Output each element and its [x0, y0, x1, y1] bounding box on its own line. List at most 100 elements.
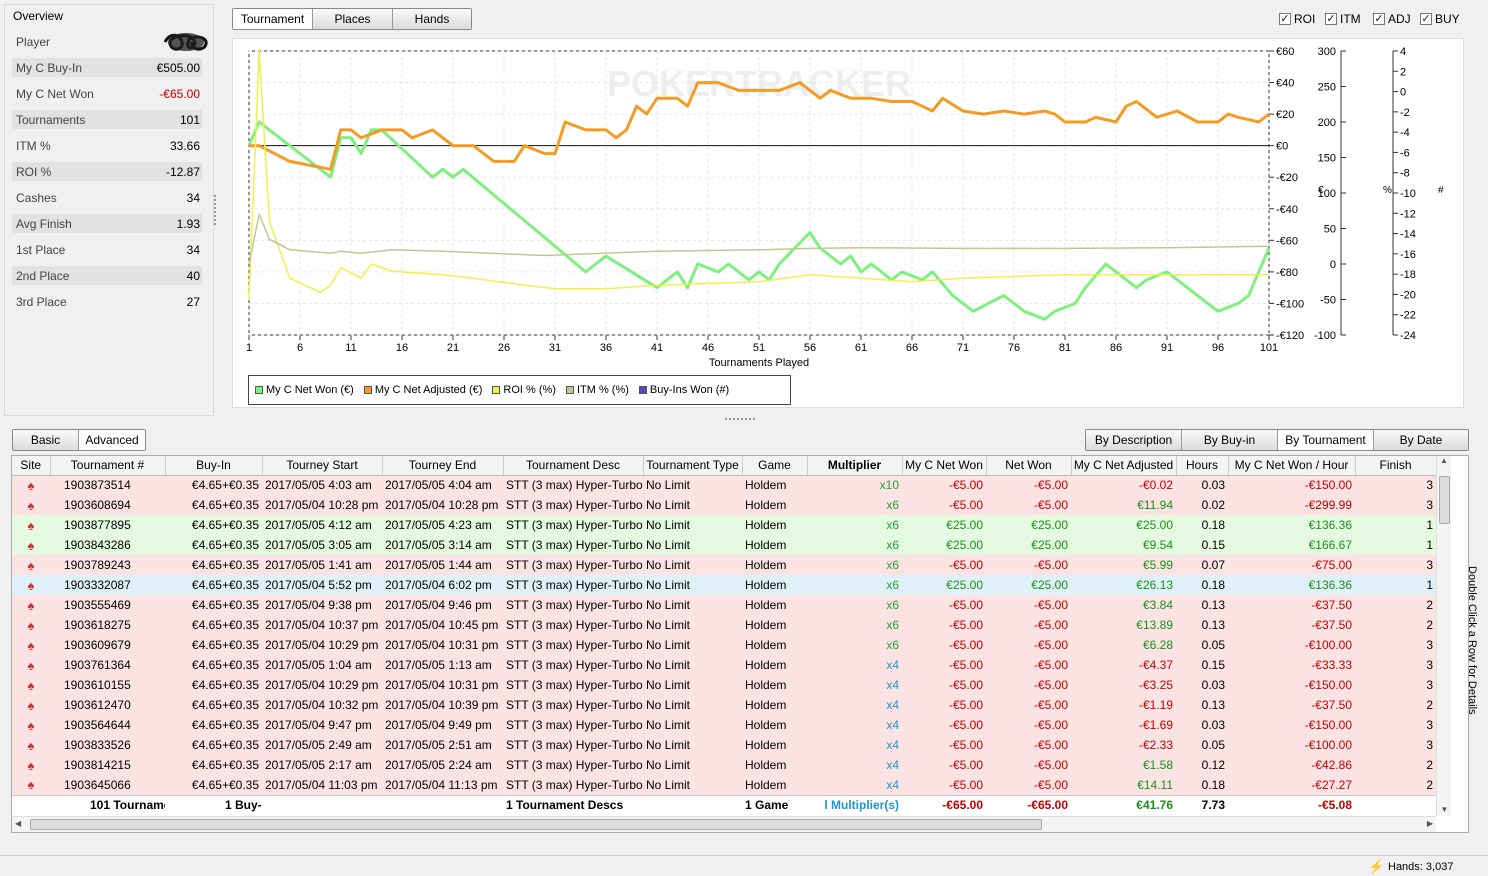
overview-row-my-c-buy-in: My C Buy-In €505.00: [12, 58, 202, 77]
table-row[interactable]: ♠ 1903843286 €4.65+€0.35 2017/05/05 3:05 am…: [12, 535, 1436, 555]
column-header[interactable]: My C Net Adjusted: [1071, 456, 1177, 476]
table-row[interactable]: ♠ 1903873514 €4.65+€0.35 2017/05/05 4:03 am…: [12, 475, 1436, 495]
column-header[interactable]: Finish: [1355, 456, 1437, 476]
table-row[interactable]: ♠ 1903564644 €4.65+€0.35 2017/05/04 9:47 pm…: [12, 715, 1436, 735]
x-tick-label: 51: [753, 342, 765, 354]
column-header[interactable]: Hours: [1176, 456, 1229, 476]
table-row[interactable]: ♠ 1903609679 €4.65+€0.35 2017/05/04 10:29 p…: [12, 635, 1436, 655]
horizontal-scrollbar[interactable]: ◀ ▶: [12, 816, 1436, 832]
column-header[interactable]: Tournament Desc: [503, 456, 644, 476]
checkbox-icon[interactable]: ✓: [1279, 13, 1291, 25]
table-row[interactable]: ♠ 1903610155 €4.65+€0.35 2017/05/04 10:29 p…: [12, 675, 1436, 695]
cell-desc: STT (3 max) Hyper-Turbo: [503, 715, 643, 735]
legend-item[interactable]: My C Net Adjusted (€): [363, 384, 482, 396]
table-row[interactable]: ♠ 1903608694 €4.65+€0.35 2017/05/04 10:28 p…: [12, 495, 1436, 515]
table-row[interactable]: ♠ 1903645066 €4.65+€0.35 2017/05/04 11:03 p…: [12, 775, 1436, 795]
total-cell: -€65.00: [986, 794, 1071, 815]
tab-hands[interactable]: Hands: [393, 9, 471, 29]
total-cell: 1 Tournament Descs: [503, 794, 643, 815]
table-row[interactable]: ♠ 1903761364 €4.65+€0.35 2017/05/05 1:04 am…: [12, 655, 1436, 675]
splitter-handle[interactable]: [214, 195, 217, 225]
table-row[interactable]: ♠ 1903555469 €4.65+€0.35 2017/05/04 9:38 pm…: [12, 595, 1436, 615]
checkbox-icon[interactable]: ✓: [1373, 13, 1385, 25]
toggle-itm[interactable]: ✓ ITM: [1325, 12, 1361, 26]
overview-label: 2nd Place: [16, 269, 70, 283]
vertical-scrollbar[interactable]: ▲ ▼: [1436, 456, 1451, 816]
overview-value: 101: [179, 113, 200, 127]
cell-id: 1903608694: [50, 495, 165, 515]
cell-type: No Limit: [643, 715, 742, 735]
cell-finish: 3: [1355, 655, 1436, 675]
cell-hours: 0.18: [1176, 775, 1228, 795]
scroll-left-icon[interactable]: ◀: [15, 819, 21, 828]
site-icon: ♠: [12, 515, 50, 535]
column-header[interactable]: Tournament #: [50, 456, 166, 476]
column-header[interactable]: Tournament Type: [643, 456, 743, 476]
tournament-table: Site Tournament # Buy-In Tourney Start Tourn…: [12, 456, 1437, 815]
cell-end: 2017/05/05 1:13 am: [382, 655, 503, 675]
column-header[interactable]: Multiplier: [807, 456, 903, 476]
cell-perhour: -€150.00: [1228, 675, 1355, 695]
cell-start: 2017/05/04 5:52 pm: [262, 575, 382, 595]
cell-mynet: €25.00: [902, 535, 986, 555]
cell-adj: -€1.69: [1071, 715, 1176, 735]
column-header[interactable]: Game: [742, 456, 808, 476]
column-header[interactable]: Site: [12, 456, 51, 476]
tab-basic[interactable]: Basic: [13, 430, 79, 450]
column-header[interactable]: Net Won: [986, 456, 1072, 476]
axis-unit-label: €: [1318, 185, 1324, 196]
column-header[interactable]: My C Net Won: [902, 456, 987, 476]
splitter-dots[interactable]: [725, 418, 755, 424]
scroll-up-icon[interactable]: ▲: [1437, 456, 1451, 465]
column-header[interactable]: Buy-In: [165, 456, 263, 476]
scroll-thumb[interactable]: [1439, 476, 1450, 524]
tab-tournament[interactable]: Tournament: [233, 9, 313, 29]
site-icon: ♠: [12, 575, 50, 595]
tab-by-buyin[interactable]: By Buy-in: [1182, 430, 1278, 450]
y-roi-tick-label: 300: [1318, 46, 1336, 58]
overview-label: 3rd Place: [16, 295, 67, 309]
table-row[interactable]: ♠ 1903789243 €4.65+€0.35 2017/05/05 1:41 am…: [12, 555, 1436, 575]
y-euro-tick-label: -€60: [1276, 235, 1298, 247]
checkbox-icon[interactable]: ✓: [1325, 13, 1337, 25]
column-header[interactable]: Tourney Start: [262, 456, 383, 476]
cell-finish: 2: [1355, 615, 1436, 635]
table-row[interactable]: ♠ 1903618275 €4.65+€0.35 2017/05/04 10:37 p…: [12, 615, 1436, 635]
legend-item[interactable]: Buy-Ins Won (#): [638, 384, 729, 396]
cell-mynet: -€5.00: [902, 555, 986, 575]
tab-by-date[interactable]: By Date: [1374, 430, 1468, 450]
tab-by-tournament[interactable]: By Tournament: [1278, 430, 1374, 450]
cell-perhour: -€100.00: [1228, 635, 1355, 655]
toggle-adj[interactable]: ✓ ADJ: [1373, 12, 1411, 26]
column-header[interactable]: Tourney End: [382, 456, 504, 476]
tab-advanced[interactable]: Advanced: [79, 430, 145, 450]
tab-by-description[interactable]: By Description: [1086, 430, 1182, 450]
cell-finish: 2: [1355, 775, 1436, 795]
legend-item[interactable]: My C Net Won (€): [255, 384, 354, 396]
column-header[interactable]: My C Net Won / Hour: [1228, 456, 1356, 476]
tab-places[interactable]: Places: [313, 9, 393, 29]
table-row[interactable]: ♠ 1903833526 €4.65+€0.35 2017/05/05 2:49 am…: [12, 735, 1436, 755]
cell-desc: STT (3 max) Hyper-Turbo: [503, 535, 643, 555]
legend-item[interactable]: ROI % (%): [492, 384, 556, 396]
toggle-roi[interactable]: ✓ ROI: [1279, 12, 1315, 26]
h-scroll-thumb[interactable]: [30, 819, 1042, 830]
legend-swatch: [492, 386, 501, 394]
table-row[interactable]: ♠ 1903612470 €4.65+€0.35 2017/05/04 10:32 p…: [12, 695, 1436, 715]
table-row[interactable]: ♠ 1903332087 €4.65+€0.35 2017/05/04 5:52 pm…: [12, 575, 1436, 595]
table-row[interactable]: ♠ 1903877895 €4.65+€0.35 2017/05/05 4:12 am…: [12, 515, 1436, 535]
cell-mult: x10: [807, 475, 902, 495]
table-row[interactable]: ♠ 1903814215 €4.65+€0.35 2017/05/05 2:17 am…: [12, 755, 1436, 775]
scroll-right-icon[interactable]: ▶: [1427, 819, 1433, 828]
checkbox-icon[interactable]: ✓: [1420, 13, 1432, 25]
x-tick-label: 91: [1161, 342, 1173, 354]
y-buyin-tick-label: 4: [1400, 46, 1406, 58]
toggle-buy[interactable]: ✓ BUY: [1420, 12, 1460, 26]
cell-mynet: -€5.00: [902, 615, 986, 635]
scroll-down-icon[interactable]: ▼: [1437, 805, 1452, 814]
legend-item[interactable]: ITM % (%): [565, 384, 629, 396]
cell-game: Holdem: [742, 475, 807, 495]
cell-end: 2017/05/05 3:14 am: [382, 535, 503, 555]
cell-game: Holdem: [742, 715, 807, 735]
cell-start: 2017/05/04 9:38 pm: [262, 595, 382, 615]
